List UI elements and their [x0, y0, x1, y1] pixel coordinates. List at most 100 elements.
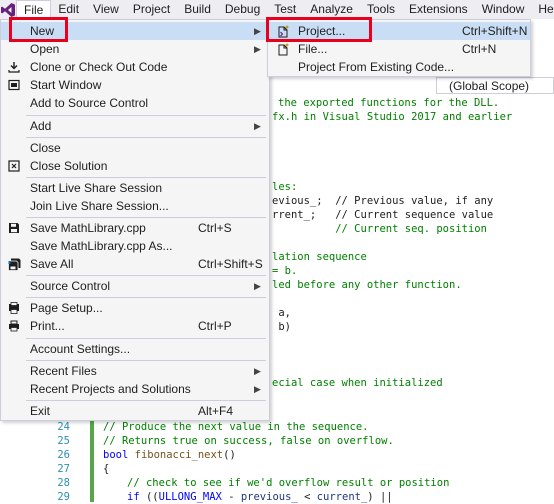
- menu-item-label: Start Live Share Session: [30, 181, 163, 195]
- new-file-icon: [276, 42, 290, 56]
- menu-item-account-settings[interactable]: Account Settings...: [1, 340, 269, 358]
- menu-file[interactable]: File: [16, 0, 52, 19]
- submenu-arrow-icon: ▶: [254, 26, 261, 36]
- menu-item-label: Start Window: [30, 78, 102, 92]
- menu-item-label: Recent Files: [30, 364, 97, 378]
- menu-separator: [26, 297, 266, 298]
- menu-item-add-to-source-control[interactable]: Add to Source Control: [1, 94, 269, 112]
- submenu-item-project-from-existing-code[interactable]: Project From Existing Code...: [268, 58, 530, 76]
- menu-item-recent-files[interactable]: Recent Files ▶: [1, 362, 269, 380]
- menu-item-label: Add to Source Control: [30, 96, 149, 110]
- menu-item-print[interactable]: Print... Ctrl+P: [1, 317, 269, 335]
- menu-edit[interactable]: Edit: [51, 0, 86, 19]
- menu-item-label: Save MathLibrary.cpp: [30, 221, 146, 235]
- menu-item-label: Save MathLibrary.cpp As...: [30, 239, 173, 253]
- page-setup-icon: [7, 301, 21, 315]
- save-icon: [7, 221, 21, 235]
- menu-item-label: Add: [30, 119, 52, 133]
- menu-item-exit[interactable]: Exit Alt+F4: [1, 402, 269, 420]
- file-menu-dropdown: New ▶ Open ▶ Clone or Check Out Code Sta…: [0, 19, 270, 421]
- menu-separator: [26, 360, 266, 361]
- code-token: ULLONG_MAX: [158, 491, 222, 503]
- submenu-item-new-file[interactable]: File... Ctrl+N: [268, 40, 530, 58]
- submenu-item-new-project[interactable]: Project... Ctrl+Shift+N: [268, 22, 530, 40]
- code-line: the exported functions for the DLL.: [278, 97, 500, 109]
- menu-item-label: Clone or Check Out Code: [30, 60, 168, 74]
- code-token: bool: [103, 449, 129, 461]
- submenu-item-label: Project...: [298, 24, 346, 38]
- code-line: // Produce the next value in the sequenc…: [103, 421, 369, 433]
- line-number: 26: [57, 449, 70, 461]
- menu-item-source-control[interactable]: Source Control ▶: [1, 277, 269, 295]
- menu-item-save-as[interactable]: Save MathLibrary.cpp As...: [1, 237, 269, 255]
- menu-separator: [26, 275, 266, 276]
- menu-item-open[interactable]: Open ▶: [1, 40, 269, 58]
- code-token: ((: [145, 491, 159, 503]
- code-token: -: [228, 491, 241, 503]
- scope-dropdown[interactable]: (Global Scope): [436, 77, 554, 94]
- menu-test[interactable]: Test: [267, 0, 303, 19]
- menu-extensions[interactable]: Extensions: [402, 0, 475, 19]
- menu-item-start-window[interactable]: Start Window: [1, 76, 269, 94]
- line-number: 27: [57, 463, 70, 475]
- code-token: (): [223, 449, 236, 461]
- menu-separator: [26, 400, 266, 401]
- menu-item-save[interactable]: Save MathLibrary.cpp Ctrl+S: [1, 219, 269, 237]
- menu-item-label: Open: [30, 42, 60, 56]
- change-indicator-bar: [90, 418, 94, 502]
- submenu-arrow-icon: ▶: [254, 44, 261, 54]
- menu-tools[interactable]: Tools: [360, 0, 402, 19]
- menu-view[interactable]: View: [86, 0, 126, 19]
- new-submenu: Project... Ctrl+Shift+N File... Ctrl+N P…: [267, 19, 531, 77]
- clone-icon: [7, 60, 21, 74]
- new-project-icon: [276, 24, 290, 38]
- menu-help[interactable]: Help: [531, 0, 554, 19]
- menu-window[interactable]: Window: [475, 0, 532, 19]
- menu-item-join-live-share[interactable]: Join Live Share Session...: [1, 197, 269, 215]
- line-number: 24: [57, 421, 70, 433]
- submenu-arrow-icon: ▶: [254, 121, 261, 131]
- visual-studio-logo-icon[interactable]: [0, 0, 16, 19]
- menu-item-close[interactable]: Close: [1, 139, 269, 157]
- code-line: = b.: [272, 265, 298, 277]
- menu-item-start-live-share[interactable]: Start Live Share Session: [1, 179, 269, 197]
- start-window-icon: [7, 78, 21, 92]
- code-line: // Returns true on success, false on ove…: [103, 435, 394, 447]
- menu-item-label: Close Solution: [30, 159, 108, 173]
- code-line: fx.h in Visual Studio 2017 and earlier: [272, 111, 513, 123]
- code-line: led before any other function.: [272, 279, 462, 291]
- menu-separator: [26, 217, 266, 218]
- line-number: 29: [57, 491, 70, 503]
- menu-item-shortcut: Ctrl+S: [198, 221, 232, 235]
- code-line: rrent_; // Current sequence value: [272, 209, 494, 221]
- menu-item-recent-projects[interactable]: Recent Projects and Solutions ▶: [1, 380, 269, 398]
- menu-item-add[interactable]: Add ▶: [1, 117, 269, 135]
- menu-separator: [26, 115, 266, 116]
- code-line: a,: [272, 307, 291, 319]
- submenu-item-label: File...: [298, 42, 328, 56]
- menu-item-new[interactable]: New ▶: [1, 22, 269, 40]
- menu-item-shortcut: Alt+F4: [198, 404, 234, 418]
- menu-item-label: Account Settings...: [30, 342, 131, 356]
- menu-item-save-all[interactable]: Save All Ctrl+Shift+S: [1, 255, 269, 273]
- menu-item-label: New: [30, 24, 55, 38]
- menu-item-clone[interactable]: Clone or Check Out Code: [1, 58, 269, 76]
- code-line: les:: [272, 181, 298, 193]
- menu-build[interactable]: Build: [177, 0, 218, 19]
- menu-item-label: Exit: [30, 404, 51, 418]
- menu-item-label: Join Live Share Session...: [30, 199, 169, 213]
- menu-item-label: Source Control: [30, 279, 111, 293]
- code-token: previous_: [240, 491, 298, 503]
- menu-separator: [26, 177, 266, 178]
- code-line: ecial case when initialized: [272, 377, 443, 389]
- line-number: 25: [57, 435, 70, 447]
- menu-item-label: Save All: [30, 257, 74, 271]
- menu-project[interactable]: Project: [126, 0, 177, 19]
- menu-item-page-setup[interactable]: Page Setup...: [1, 299, 269, 317]
- code-line: // check to see if we'd overflow result …: [127, 477, 450, 489]
- menu-item-close-solution[interactable]: Close Solution: [1, 157, 269, 175]
- menu-debug[interactable]: Debug: [218, 0, 267, 19]
- menu-separator: [26, 338, 266, 339]
- menu-analyze[interactable]: Analyze: [303, 0, 360, 19]
- code-token: if: [127, 491, 140, 503]
